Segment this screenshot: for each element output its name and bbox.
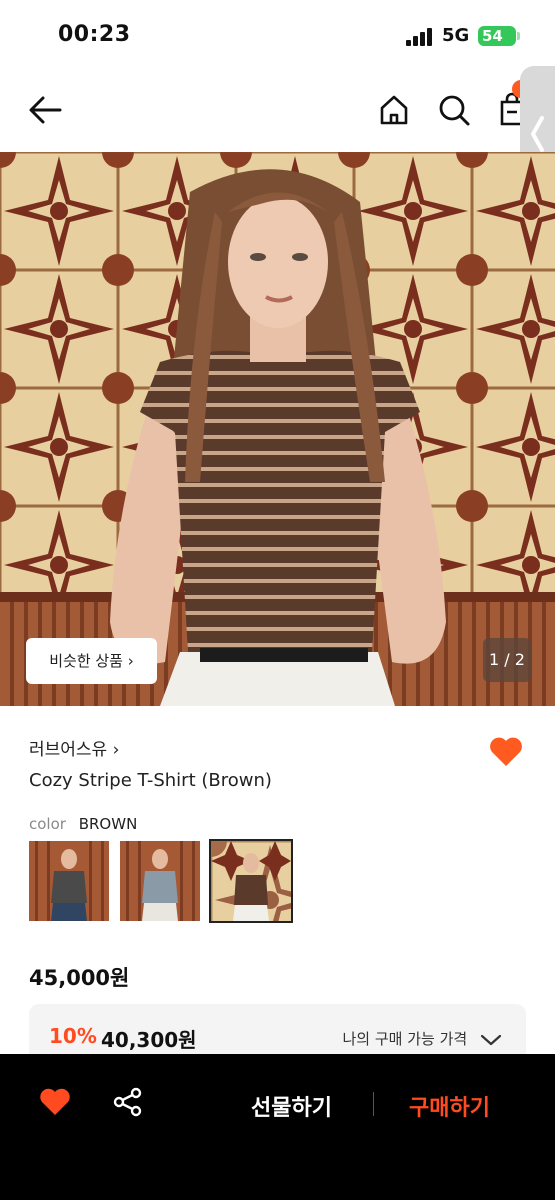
original-price: 45,000원 — [29, 966, 130, 990]
color-label: color — [29, 815, 66, 833]
back-arrow-icon[interactable] — [24, 88, 68, 132]
search-icon[interactable] — [432, 88, 476, 132]
discount-price: 40,300원 — [101, 1028, 197, 1052]
status-time: 00:23 — [58, 22, 131, 47]
top-nav — [0, 72, 555, 152]
color-value: BROWN — [78, 815, 138, 833]
my-price-toggle[interactable]: 나의 구매 가능 가격 — [343, 1028, 503, 1049]
divider — [373, 1092, 374, 1116]
chevron-down-icon — [480, 1034, 502, 1045]
heart-icon[interactable] — [487, 733, 525, 769]
battery-icon: 54 — [478, 26, 520, 46]
product-main-image[interactable] — [0, 152, 555, 706]
brand-link[interactable]: 러브어스유 › — [29, 735, 119, 760]
home-icon[interactable] — [372, 88, 416, 132]
product-title: Cozy Stripe T-Shirt (Brown) — [29, 770, 272, 791]
my-price-label: 나의 구매 가능 가격 — [342, 1030, 468, 1048]
similar-products-button[interactable]: 비슷한 상품 › — [26, 638, 157, 684]
discount-percent: 10% — [49, 1024, 97, 1048]
status-bar: 00:23 5G 54 — [0, 0, 555, 72]
network-type: 5G — [442, 25, 470, 46]
buy-button[interactable]: 구매하기 — [409, 1090, 490, 1122]
bottom-action-bar: 선물하기 구매하기 — [0, 1054, 555, 1200]
gift-button[interactable]: 선물하기 — [251, 1090, 332, 1122]
color-thumbnail-selected[interactable] — [209, 839, 293, 923]
share-icon[interactable] — [112, 1086, 144, 1118]
signal-icon — [406, 28, 434, 46]
heart-icon[interactable] — [38, 1086, 72, 1118]
color-row: color BROWN — [29, 815, 137, 833]
color-thumbnail[interactable] — [29, 841, 109, 921]
color-thumbnail[interactable] — [120, 841, 200, 921]
image-counter: 1 / 2 — [483, 638, 531, 682]
